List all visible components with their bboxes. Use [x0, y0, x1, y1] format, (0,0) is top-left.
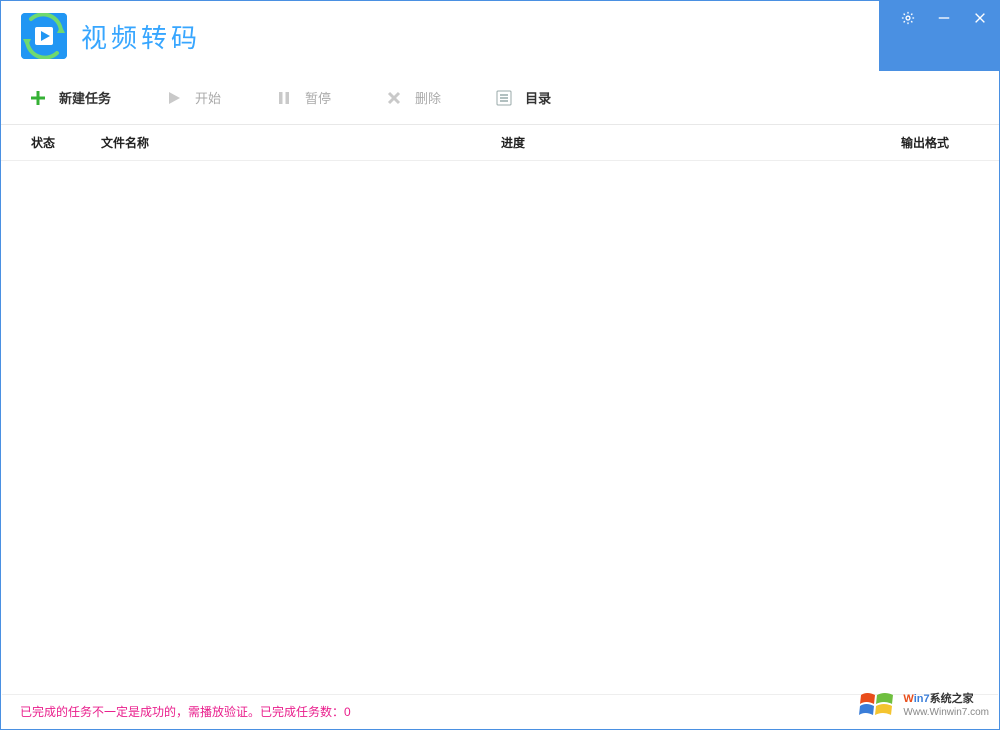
watermark-cn: 系统之家: [930, 693, 974, 705]
pause-button[interactable]: 暂停: [275, 88, 331, 107]
app-logo-icon: [21, 13, 67, 59]
col-output-format: 输出格式: [901, 134, 991, 151]
watermark-url: Www.Winwin7.com: [903, 706, 989, 719]
status-bar: 已完成的任务不一定是成功的，需播放验证。已完成任务数： 0: [2, 694, 998, 728]
col-filename: 文件名称: [101, 134, 501, 151]
col-status: 状态: [31, 134, 101, 151]
delete-label: 删除: [415, 88, 441, 107]
title-left: 视频转码: [1, 13, 879, 59]
start-label: 开始: [195, 88, 221, 107]
col-progress: 进度: [501, 134, 901, 151]
pause-icon: [275, 89, 293, 107]
watermark-text: Win7系统之家 Www.Winwin7.com: [903, 693, 989, 719]
toolbar: 新建任务 开始 暂停 删除 目录: [1, 71, 999, 125]
watermark-w: W: [903, 693, 913, 705]
directory-button[interactable]: 目录: [495, 88, 551, 107]
windows-flag-icon: [857, 689, 899, 723]
status-count: 0: [344, 705, 351, 719]
minimize-icon[interactable]: [935, 9, 953, 27]
new-task-label: 新建任务: [59, 88, 111, 107]
play-icon: [165, 89, 183, 107]
list-icon: [495, 89, 513, 107]
watermark-in7: in7: [914, 693, 930, 705]
titlebar: 视频转码: [1, 1, 999, 71]
delete-button[interactable]: 删除: [385, 88, 441, 107]
directory-label: 目录: [525, 88, 551, 107]
table-header: 状态 文件名称 进度 输出格式: [1, 125, 999, 161]
watermark: Win7系统之家 Www.Winwin7.com: [857, 689, 989, 723]
plus-icon: [29, 89, 47, 107]
pause-label: 暂停: [305, 88, 331, 107]
status-message: 已完成的任务不一定是成功的，需播放验证。已完成任务数：: [20, 703, 344, 720]
table-body: [1, 161, 999, 681]
window-controls: [879, 1, 999, 71]
start-button[interactable]: 开始: [165, 88, 221, 107]
delete-icon: [385, 89, 403, 107]
close-icon[interactable]: [971, 9, 989, 27]
new-task-button[interactable]: 新建任务: [29, 88, 111, 107]
app-title: 视频转码: [81, 18, 201, 55]
settings-icon[interactable]: [899, 9, 917, 27]
